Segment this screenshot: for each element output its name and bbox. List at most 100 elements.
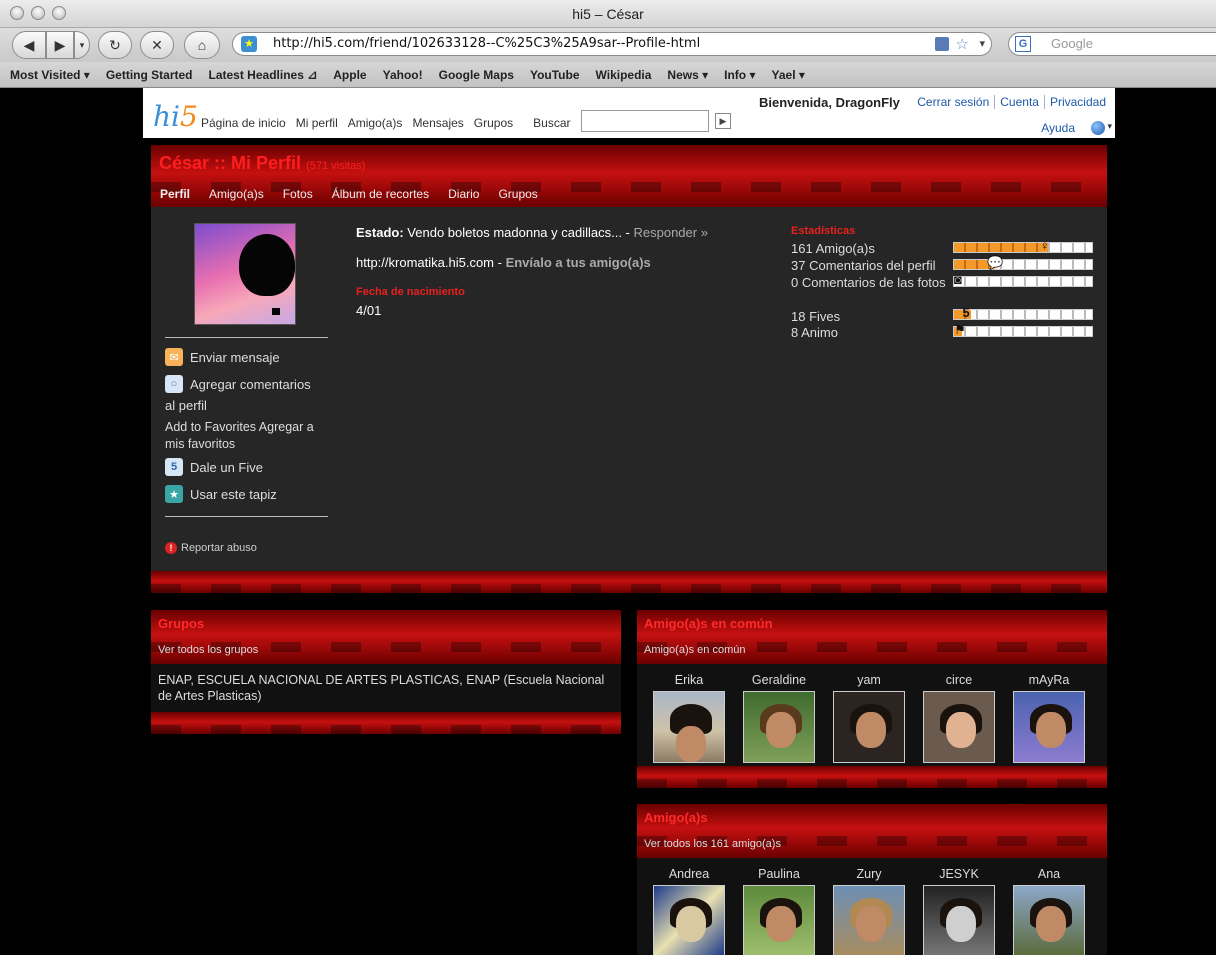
stat-friends-label[interactable]: 161 Amigo(a)s (791, 240, 951, 257)
privacy-link[interactable]: Privacidad (1043, 95, 1111, 109)
add-comment-label-cont[interactable]: al perfil (165, 398, 207, 413)
groups-list[interactable]: ENAP, ESCUELA NACIONAL DE ARTES PLASTICA… (158, 672, 616, 704)
friend-card[interactable]: Zury (829, 867, 909, 955)
bookmark-getting-started[interactable]: Getting Started (106, 68, 193, 82)
bookmark-latest-headlines[interactable]: Latest Headlines ⊿ (209, 68, 318, 82)
tab-scrapbook[interactable]: Álbum de recortes (332, 187, 429, 201)
language-dropdown-icon[interactable]: ▾ (1107, 121, 1112, 132)
back-button[interactable]: ◀ (12, 31, 46, 59)
friend-photo[interactable] (1013, 885, 1085, 955)
common-friend-card[interactable]: mAyRa (1009, 673, 1089, 763)
friend-name[interactable]: mAyRa (1009, 673, 1089, 689)
friend-card[interactable]: Ana (1009, 867, 1089, 955)
common-friend-card[interactable]: circe (919, 673, 999, 763)
site-search-input[interactable] (581, 110, 709, 132)
report-abuse-link[interactable]: ! Reportar abuso (165, 542, 257, 554)
friend-name[interactable]: Ana (1009, 867, 1089, 883)
stat-fives-label[interactable]: 18 Fives (791, 308, 951, 325)
friend-name[interactable]: Geraldine (739, 673, 819, 689)
profile-site-url[interactable]: http://kromatika.hi5.com (356, 255, 494, 270)
friend-photo[interactable] (833, 885, 905, 955)
bookmark-most-visited[interactable]: Most Visited ▾ (10, 68, 90, 82)
play-arrow-icon: ▶ (719, 116, 727, 126)
tab-profile[interactable]: Perfil (160, 187, 190, 201)
friend-photo[interactable] (923, 691, 995, 763)
tab-photos[interactable]: Fotos (283, 187, 313, 201)
logout-link[interactable]: Cerrar sesión (912, 95, 994, 109)
tab-groups[interactable]: Grupos (498, 187, 537, 201)
reload-button[interactable]: ↻ (98, 31, 132, 59)
friend-name[interactable]: Erika (649, 673, 729, 689)
friend-photo[interactable] (833, 691, 905, 763)
site-search-button[interactable]: ▶ (715, 113, 731, 129)
bookmark-yahoo[interactable]: Yahoo! (383, 68, 423, 82)
add-favorites-link[interactable]: Add to Favorites Agregar a (165, 420, 314, 434)
language-globe-icon[interactable] (1091, 121, 1105, 135)
friend-photo[interactable] (1013, 691, 1085, 763)
stat-profile-comments-label[interactable]: 37 Comentarios del perfil (791, 257, 951, 274)
friend-name[interactable]: circe (919, 673, 999, 689)
stop-button[interactable]: ✕ (140, 31, 174, 59)
url-dropdown-icon[interactable]: ▾ (979, 33, 985, 55)
friend-card[interactable]: Andrea (649, 867, 729, 955)
add-favorites-link-cont[interactable]: mis favoritos (165, 437, 235, 451)
friend-name[interactable]: Zury (829, 867, 909, 883)
add-comment-action[interactable]: ○ Agregar comentarios (165, 375, 311, 393)
friend-name[interactable]: JESYK (919, 867, 999, 883)
use-wallpaper-action[interactable]: ★ Usar este tapiz (165, 485, 277, 503)
hi5-logo[interactable]: hi5 (153, 100, 198, 133)
nav-friends[interactable]: Amigo(a)s (348, 116, 403, 130)
bookmark-youtube[interactable]: YouTube (530, 68, 580, 82)
five-marker-icon: 5 (962, 305, 970, 320)
friend-card[interactable]: Paulina (739, 867, 819, 955)
bookmark-news[interactable]: News ▾ (667, 68, 708, 82)
tab-journal[interactable]: Diario (448, 187, 479, 201)
stat-photo-comments-label[interactable]: 0 Comentarios de las fotos (791, 274, 951, 291)
friend-photo[interactable] (923, 885, 995, 955)
use-wallpaper-label: Usar este tapiz (190, 486, 277, 502)
divider (165, 516, 328, 517)
forward-button[interactable]: ▶ (46, 31, 74, 59)
view-all-friends-link[interactable]: Ver todos los 161 amigo(a)s (644, 838, 781, 850)
home-button[interactable]: ⌂ (184, 31, 220, 59)
address-bar[interactable]: ★ http://hi5.com/friend/102633128--C%25C… (232, 32, 992, 56)
history-dropdown-button[interactable]: ▾ (74, 31, 90, 59)
common-friend-card[interactable]: yam (829, 673, 909, 763)
give-five-action[interactable]: 5 Dale un Five (165, 458, 263, 476)
common-friends-link[interactable]: Amigo(a)s en común (644, 644, 746, 656)
google-search-engine-icon[interactable]: G (1015, 36, 1031, 52)
friend-photo[interactable] (743, 691, 815, 763)
give-five-label: Dale un Five (190, 459, 263, 475)
rss-icon[interactable] (935, 37, 949, 51)
friend-name[interactable]: Paulina (739, 867, 819, 883)
bookmark-yael[interactable]: Yael ▾ (772, 68, 805, 82)
friend-photo[interactable] (743, 885, 815, 955)
search-bar[interactable]: G Google (1008, 32, 1216, 56)
tab-friends[interactable]: Amigo(a)s (209, 187, 264, 201)
common-friend-card[interactable]: Geraldine (739, 673, 819, 763)
nav-messages[interactable]: Mensajes (412, 116, 463, 130)
nav-groups[interactable]: Grupos (474, 116, 513, 130)
friend-photo[interactable] (653, 885, 725, 955)
account-link[interactable]: Cuenta (994, 95, 1044, 109)
common-friend-card[interactable]: Erika (649, 673, 729, 763)
friend-name[interactable]: Andrea (649, 867, 729, 883)
send-message-action[interactable]: ✉ Enviar mensaje (165, 348, 280, 366)
profile-avatar[interactable] (194, 223, 296, 325)
help-link[interactable]: Ayuda (1041, 121, 1075, 135)
nav-my-profile[interactable]: Mi perfil (296, 116, 338, 130)
bookmark-apple[interactable]: Apple (333, 68, 366, 82)
friend-photo[interactable] (653, 691, 725, 763)
view-all-groups-link[interactable]: Ver todos los grupos (158, 644, 258, 656)
reply-link[interactable]: Responder » (634, 225, 708, 240)
bookmark-star-icon[interactable]: ☆ (956, 33, 969, 55)
bookmark-google-maps[interactable]: Google Maps (439, 68, 514, 82)
friend-card[interactable]: JESYK (919, 867, 999, 955)
bookmark-info[interactable]: Info ▾ (724, 68, 755, 82)
nav-home[interactable]: Página de inicio (201, 116, 286, 130)
stat-animo-label[interactable]: 8 Animo (791, 324, 951, 341)
friend-name[interactable]: yam (829, 673, 909, 689)
send-to-friends-link[interactable]: Envíalo a tus amigo(a)s (506, 255, 651, 270)
bookmark-wikipedia[interactable]: Wikipedia (596, 68, 652, 82)
url-text: http://hi5.com/friend/102633128--C%25C3%… (273, 36, 701, 51)
